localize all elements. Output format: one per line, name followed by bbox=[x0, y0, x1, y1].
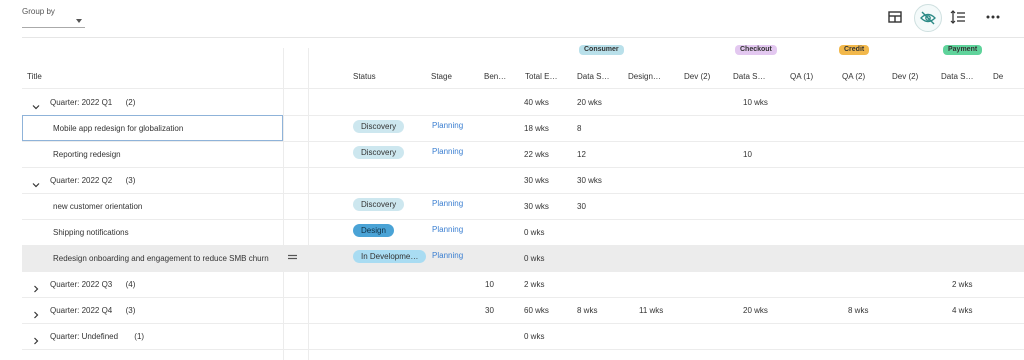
effort-cell[interactable]: 8 wks bbox=[848, 306, 868, 315]
chevron-right-icon[interactable] bbox=[32, 306, 40, 319]
team-pill-payment: Payment bbox=[943, 45, 983, 55]
col-status[interactable]: Status bbox=[353, 72, 376, 81]
item-title[interactable]: Reporting redesign bbox=[53, 150, 121, 159]
col-payment-data-s[interactable]: Data S… bbox=[941, 72, 973, 81]
group-row[interactable]: Quarter: 2022 Q1 (2) 40 wks 20 wks 10 wks bbox=[22, 89, 1024, 115]
status-badge[interactable]: Design bbox=[353, 224, 394, 237]
effort-cell[interactable]: 12 bbox=[577, 150, 586, 159]
total-effort-cell[interactable]: 18 wks bbox=[524, 124, 549, 133]
chevron-right-icon[interactable] bbox=[32, 280, 40, 293]
status-badge[interactable]: Discovery bbox=[353, 198, 405, 211]
team-pill-credit: Credit bbox=[839, 45, 870, 55]
stage-link[interactable]: Planning bbox=[432, 225, 463, 234]
chevron-right-icon[interactable] bbox=[32, 332, 40, 345]
total-effort-cell[interactable]: 40 wks bbox=[524, 98, 549, 107]
col-stage[interactable]: Stage bbox=[431, 72, 452, 81]
effort-cell[interactable]: 11 wks bbox=[639, 306, 663, 315]
stage-link[interactable]: Planning bbox=[432, 147, 463, 156]
group-count: (4) bbox=[125, 280, 136, 289]
col-payment-overflow[interactable]: De bbox=[993, 72, 1003, 81]
total-effort-cell[interactable]: 0 wks bbox=[524, 332, 544, 341]
group-count: (3) bbox=[125, 306, 136, 315]
roadmap-grid: Consumer Checkout Credit Payment Title S… bbox=[22, 37, 1024, 360]
status-badge[interactable]: Discovery bbox=[353, 146, 405, 159]
table-row[interactable]: Reporting redesign Discovery Planning 22 wk… bbox=[22, 141, 1024, 167]
group-count: (3) bbox=[125, 176, 136, 185]
item-title[interactable]: Redesign onboarding and engagement to re… bbox=[53, 254, 269, 263]
col-consumer-design[interactable]: Design… bbox=[628, 72, 661, 81]
effort-cell[interactable]: 4 wks bbox=[952, 306, 972, 315]
stage-link[interactable]: Planning bbox=[432, 199, 463, 208]
more-icon[interactable] bbox=[980, 4, 1006, 30]
col-credit-dev[interactable]: Dev (2) bbox=[892, 72, 918, 81]
total-effort-cell[interactable]: 60 wks bbox=[524, 306, 549, 315]
effort-cell[interactable]: 2 wks bbox=[952, 280, 972, 289]
total-effort-cell[interactable]: 22 wks bbox=[524, 150, 549, 159]
group-title: Quarter: Undefined bbox=[50, 332, 119, 341]
col-benefit[interactable]: Ben… bbox=[484, 72, 506, 81]
col-checkout-data-s[interactable]: Data S… bbox=[733, 72, 765, 81]
effort-cell[interactable]: 10 wks bbox=[743, 98, 768, 107]
col-consumer-data-s[interactable]: Data S… bbox=[577, 72, 609, 81]
col-checkout-qa[interactable]: QA (1) bbox=[790, 72, 813, 81]
col-consumer-dev[interactable]: Dev (2) bbox=[684, 72, 710, 81]
team-pill-consumer: Consumer bbox=[579, 45, 624, 55]
row-divider bbox=[22, 349, 1024, 350]
status-badge[interactable]: In Developme… bbox=[353, 250, 427, 263]
group-title: Quarter: 2022 Q1 bbox=[50, 98, 113, 107]
col-title[interactable]: Title bbox=[27, 72, 42, 81]
stage-link[interactable]: Planning bbox=[432, 121, 463, 130]
group-count: (2) bbox=[125, 98, 136, 107]
status-badge[interactable]: Discovery bbox=[353, 120, 405, 133]
item-title[interactable]: new customer orientation bbox=[53, 202, 142, 211]
benefit-cell[interactable]: 10 bbox=[485, 280, 494, 289]
col-credit-qa[interactable]: QA (2) bbox=[842, 72, 865, 81]
table-row[interactable]: new customer orientation Discovery Plannin… bbox=[22, 193, 1024, 219]
effort-cell[interactable]: 8 wks bbox=[577, 306, 597, 315]
group-by-select[interactable] bbox=[22, 15, 85, 28]
effort-cell[interactable]: 20 wks bbox=[743, 306, 768, 315]
stage-link[interactable]: Planning bbox=[432, 251, 463, 260]
benefit-cell[interactable]: 30 bbox=[485, 306, 494, 315]
item-title[interactable]: Mobile app redesign for globalization bbox=[53, 124, 183, 133]
effort-cell[interactable]: 30 bbox=[577, 202, 586, 211]
table-row[interactable]: Redesign onboarding and engagement to re… bbox=[22, 245, 1024, 271]
total-effort-cell[interactable]: 0 wks bbox=[524, 228, 544, 237]
chevron-down-icon bbox=[76, 19, 82, 23]
group-count: (1) bbox=[134, 332, 145, 341]
group-title: Quarter: 2022 Q4 bbox=[50, 306, 113, 315]
team-pill-checkout: Checkout bbox=[735, 45, 777, 55]
total-effort-cell[interactable]: 2 wks bbox=[524, 280, 544, 289]
group-title: Quarter: 2022 Q3 bbox=[50, 280, 113, 289]
group-row[interactable]: Quarter: 2022 Q3 (4) 10 2 wks 2 wks bbox=[22, 271, 1024, 297]
eye-off-icon[interactable] bbox=[914, 4, 942, 32]
effort-cell[interactable]: 8 bbox=[577, 124, 581, 133]
effort-cell[interactable]: 30 wks bbox=[577, 176, 602, 185]
effort-cell[interactable]: 20 wks bbox=[577, 98, 602, 107]
item-title[interactable]: Shipping notifications bbox=[53, 228, 129, 237]
group-row[interactable]: Quarter: 2022 Q2 (3) 30 wks 30 wks bbox=[22, 167, 1024, 193]
drag-handle-icon[interactable] bbox=[288, 253, 297, 262]
row-height-icon[interactable] bbox=[945, 4, 971, 30]
effort-cell[interactable]: 10 bbox=[743, 150, 752, 159]
table-row[interactable]: Shipping notifications Design Planning 0 wk… bbox=[22, 219, 1024, 245]
group-title: Quarter: 2022 Q2 bbox=[50, 176, 113, 185]
group-row[interactable]: Quarter: Undefined (1) 0 wks bbox=[22, 323, 1024, 349]
layout-icon[interactable] bbox=[882, 4, 908, 30]
total-effort-cell[interactable]: 0 wks bbox=[524, 254, 544, 263]
chevron-down-icon[interactable] bbox=[32, 176, 40, 188]
chevron-down-icon[interactable] bbox=[32, 98, 40, 110]
col-total-effort[interactable]: Total E… bbox=[525, 72, 557, 81]
total-effort-cell[interactable]: 30 wks bbox=[524, 202, 549, 211]
group-row[interactable]: Quarter: 2022 Q4 (3) 30 60 wks 8 wks 11 wks 20… bbox=[22, 297, 1024, 323]
total-effort-cell[interactable]: 30 wks bbox=[524, 176, 549, 185]
table-row[interactable]: Mobile app redesign for globalization Dis… bbox=[22, 115, 1024, 141]
